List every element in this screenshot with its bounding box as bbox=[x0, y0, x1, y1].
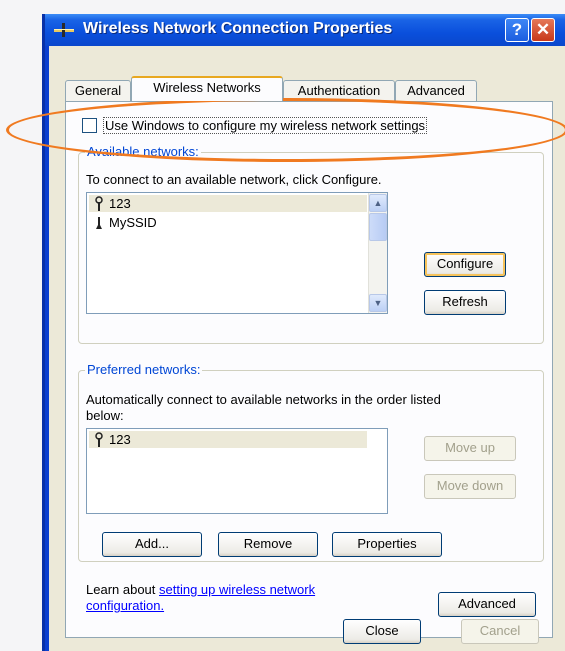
learn-about-text: Learn about setting up wireless network bbox=[86, 582, 315, 597]
preferred-networks-instruction-2: below: bbox=[86, 408, 124, 423]
window-title: Wireless Network Connection Properties bbox=[83, 20, 393, 37]
refresh-button[interactable]: Refresh bbox=[424, 290, 506, 315]
scroll-up-icon[interactable]: ▲ bbox=[369, 194, 387, 212]
available-list-scrollbar[interactable]: ▲ ▼ bbox=[368, 193, 387, 313]
preferred-networks-instruction-1: Automatically connect to available netwo… bbox=[86, 392, 441, 407]
preferred-networks-legend: Preferred networks: bbox=[85, 362, 203, 377]
move-down-button-label: Move down bbox=[436, 478, 504, 493]
properties-button[interactable]: Properties bbox=[332, 532, 442, 557]
learn-about-prefix: Learn about bbox=[86, 582, 160, 597]
remove-button[interactable]: Remove bbox=[218, 532, 318, 557]
tab-wireless-networks[interactable]: Wireless Networks bbox=[131, 76, 283, 101]
cancel-button[interactable]: Cancel bbox=[461, 619, 539, 644]
tab-advanced[interactable]: Advanced bbox=[395, 80, 477, 101]
network-connection-icon bbox=[53, 21, 75, 39]
properties-button-label: Properties bbox=[357, 536, 417, 551]
list-item[interactable]: 123 bbox=[109, 432, 131, 447]
tab-general[interactable]: General bbox=[65, 80, 131, 101]
configure-button[interactable]: Configure bbox=[424, 252, 506, 277]
move-up-button-label: Move up bbox=[445, 440, 495, 455]
configure-button-label: Configure bbox=[436, 256, 494, 271]
remove-button-label: Remove bbox=[243, 536, 293, 551]
advanced-button-label: Advanced bbox=[458, 596, 516, 611]
highlight-ellipse bbox=[6, 98, 565, 162]
list-item[interactable]: 123 bbox=[109, 196, 131, 211]
preferred-networks-list[interactable]: 123 bbox=[86, 428, 388, 514]
scroll-thumb[interactable] bbox=[369, 213, 387, 241]
wireless-networks-panel: Use Windows to configure my wireless net… bbox=[65, 101, 553, 638]
add-button[interactable]: Add... bbox=[102, 532, 202, 557]
ad-hoc-icon bbox=[93, 215, 105, 230]
learn-about-link-1[interactable]: setting up wireless network bbox=[159, 582, 315, 597]
title-bar[interactable]: Wireless Network Connection Properties ?… bbox=[45, 14, 565, 46]
advanced-button[interactable]: Advanced bbox=[438, 592, 536, 617]
list-item[interactable]: MySSID bbox=[109, 215, 157, 230]
antenna-icon bbox=[93, 196, 105, 211]
move-up-button[interactable]: Move up bbox=[424, 436, 516, 461]
move-down-button[interactable]: Move down bbox=[424, 474, 516, 499]
close-window-button[interactable]: ✕ bbox=[531, 18, 555, 42]
add-button-label: Add... bbox=[135, 536, 169, 551]
close-button[interactable]: Close bbox=[343, 619, 421, 644]
cancel-button-label: Cancel bbox=[479, 623, 521, 638]
available-networks-list[interactable]: 123 MySSID ▲ ▼ bbox=[86, 192, 388, 314]
scroll-down-icon[interactable]: ▼ bbox=[369, 294, 387, 312]
learn-about-link-2[interactable]: configuration. bbox=[86, 598, 164, 613]
help-button[interactable]: ? bbox=[505, 18, 529, 42]
close-button-label: Close bbox=[365, 623, 399, 638]
antenna-icon bbox=[93, 432, 105, 447]
available-networks-instruction: To connect to an available network, clic… bbox=[86, 172, 382, 187]
refresh-button-label: Refresh bbox=[442, 294, 488, 309]
